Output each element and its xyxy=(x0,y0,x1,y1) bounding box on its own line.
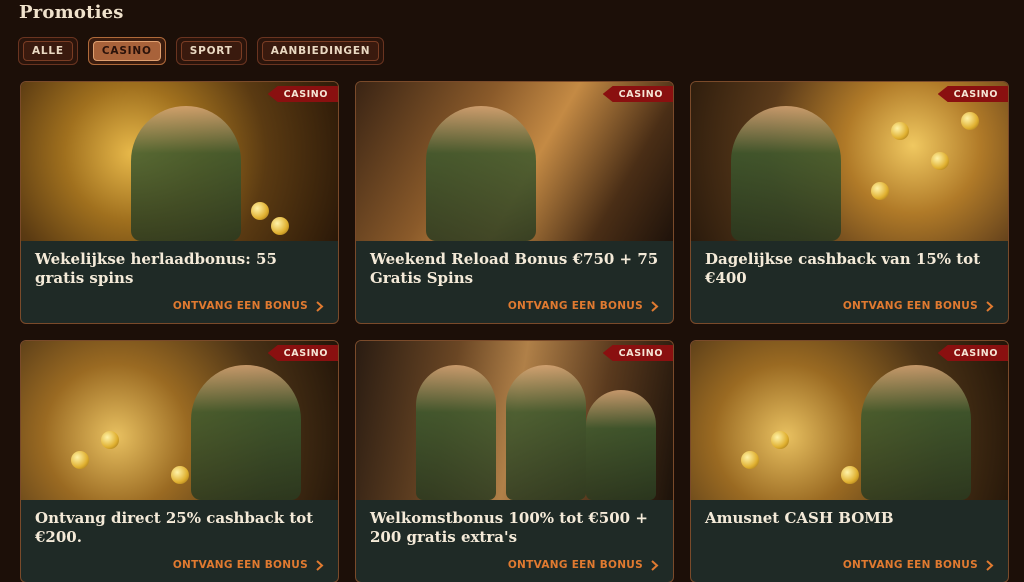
filter-label: CASINO xyxy=(92,41,161,61)
hero-figure xyxy=(861,365,971,500)
chevron-right-icon xyxy=(986,559,994,571)
coin-icon xyxy=(271,217,289,235)
chevron-right-icon xyxy=(986,300,994,312)
hero-figure xyxy=(416,365,496,500)
claim-bonus-link[interactable]: ONTVANG EEN BONUS xyxy=(508,300,659,312)
coin-icon xyxy=(771,431,789,449)
coin-icon xyxy=(931,152,949,170)
filter-casino[interactable]: CASINO xyxy=(87,37,166,65)
claim-bonus-label: ONTVANG EEN BONUS xyxy=(842,300,978,312)
chevron-right-icon xyxy=(316,559,324,571)
claim-bonus-link[interactable]: ONTVANG EEN BONUS xyxy=(843,300,994,312)
coin-icon xyxy=(741,451,759,469)
promo-card[interactable]: CASINO Welkomstbonus 100% tot €500 + 200… xyxy=(355,340,674,582)
claim-bonus-link[interactable]: ONTVANG EEN BONUS xyxy=(508,559,659,571)
claim-bonus-link[interactable]: ONTVANG EEN BONUS xyxy=(843,559,994,571)
filter-label: SPORT xyxy=(180,41,242,61)
category-filters: ALLE CASINO SPORT AANBIEDINGEN xyxy=(18,37,385,65)
chevron-right-icon xyxy=(316,300,324,312)
filter-label: ALLE xyxy=(23,41,73,61)
hero-figure xyxy=(131,106,241,241)
coin-icon xyxy=(871,182,889,200)
claim-bonus-link[interactable]: ONTVANG EEN BONUS xyxy=(173,300,324,312)
chevron-right-icon xyxy=(651,300,659,312)
category-badge: CASINO xyxy=(937,86,1008,102)
promo-image: CASINO xyxy=(356,82,673,241)
promo-title: Ontvang direct 25% cashback tot €200. xyxy=(35,509,314,546)
promo-title: Amusnet CASH BOMB xyxy=(705,509,894,527)
hero-figure xyxy=(586,390,656,500)
promo-card[interactable]: CASINO Weekend Reload Bonus €750 + 75 Gr… xyxy=(355,81,674,324)
coin-icon xyxy=(841,466,859,484)
promo-card[interactable]: CASINO Amusnet CASH BOMB ONTVANG EEN BON… xyxy=(690,340,1009,582)
category-badge: CASINO xyxy=(937,345,1008,361)
category-badge: CASINO xyxy=(602,345,673,361)
promo-title: Dagelijkse cashback van 15% tot €400 xyxy=(705,250,981,287)
promo-title: Wekelijkse herlaadbonus: 55 gratis spins xyxy=(35,250,277,287)
filter-label: AANBIEDINGEN xyxy=(261,41,380,61)
hero-figure xyxy=(191,365,301,500)
claim-bonus-label: ONTVANG EEN BONUS xyxy=(507,559,643,571)
coin-icon xyxy=(961,112,979,130)
promo-title: Weekend Reload Bonus €750 + 75 Gratis Sp… xyxy=(370,250,659,287)
filter-alle[interactable]: ALLE xyxy=(18,37,78,65)
hero-figure xyxy=(506,365,586,500)
claim-bonus-label: ONTVANG EEN BONUS xyxy=(172,559,308,571)
filter-sport[interactable]: SPORT xyxy=(175,37,247,65)
promo-image: CASINO xyxy=(691,82,1008,241)
promo-image: CASINO xyxy=(691,341,1008,500)
coin-icon xyxy=(251,202,269,220)
hero-figure xyxy=(426,106,536,241)
claim-bonus-label: ONTVANG EEN BONUS xyxy=(507,300,643,312)
chevron-right-icon xyxy=(651,559,659,571)
coin-icon xyxy=(101,431,119,449)
promo-title: Welkomstbonus 100% tot €500 + 200 gratis… xyxy=(370,509,648,546)
promo-image: CASINO xyxy=(21,341,338,500)
claim-bonus-link[interactable]: ONTVANG EEN BONUS xyxy=(173,559,324,571)
category-badge: CASINO xyxy=(602,86,673,102)
promo-card[interactable]: CASINO Wekelijkse herlaadbonus: 55 grati… xyxy=(20,81,339,324)
coin-icon xyxy=(71,451,89,469)
category-badge: CASINO xyxy=(267,86,338,102)
promo-image: CASINO xyxy=(356,341,673,500)
promo-card[interactable]: CASINO Dagelijkse cashback van 15% tot €… xyxy=(690,81,1009,324)
coin-icon xyxy=(891,122,909,140)
coin-icon xyxy=(171,466,189,484)
filter-aanbiedingen[interactable]: AANBIEDINGEN xyxy=(256,37,385,65)
claim-bonus-label: ONTVANG EEN BONUS xyxy=(842,559,978,571)
page-title: Promoties xyxy=(19,2,124,23)
promo-card[interactable]: CASINO Ontvang direct 25% cashback tot €… xyxy=(20,340,339,582)
promotions-grid: CASINO Wekelijkse herlaadbonus: 55 grati… xyxy=(20,81,1009,582)
hero-figure xyxy=(731,106,841,241)
claim-bonus-label: ONTVANG EEN BONUS xyxy=(172,300,308,312)
promo-image: CASINO xyxy=(21,82,338,241)
category-badge: CASINO xyxy=(267,345,338,361)
